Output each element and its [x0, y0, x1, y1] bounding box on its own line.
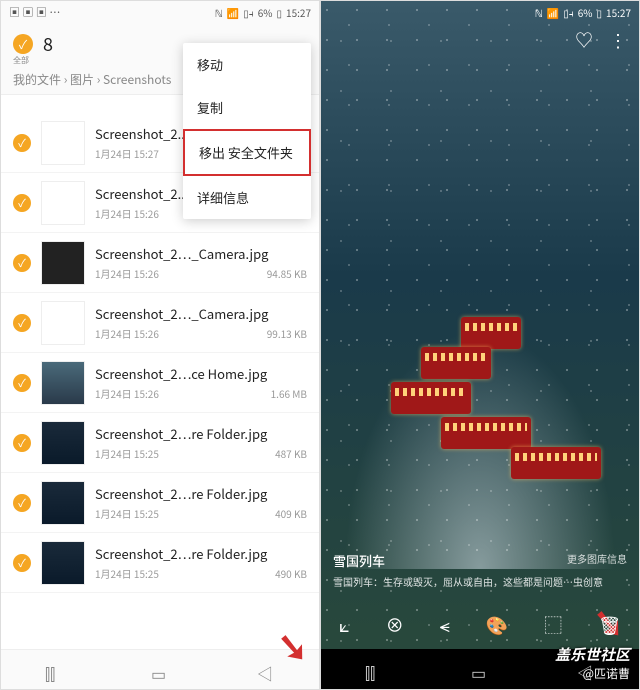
palette-icon[interactable]: 🎨 — [486, 612, 508, 638]
battery-icon: ▯ — [597, 5, 603, 20]
menu-copy[interactable]: 复制 — [183, 86, 311, 129]
set-as-icon[interactable]: ⬚ — [544, 612, 562, 638]
delete-icon[interactable]: 🗑 — [598, 612, 621, 638]
file-date: 1月24日 15:25 — [95, 446, 159, 461]
recents-button[interactable]: ⫿⫿ — [365, 660, 383, 678]
recents-button[interactable]: ⫿⫿ — [45, 661, 63, 679]
nfc-icon: ℕ — [215, 5, 223, 20]
item-checkbox[interactable] — [13, 374, 31, 392]
list-item[interactable]: Screenshot_2…re Folder.jpg 1月24日 15:25 487… — [1, 413, 319, 473]
file-name: Screenshot_2…ce Home.jpg — [95, 364, 307, 383]
thumbnail — [41, 241, 85, 285]
thumbnail — [41, 121, 85, 165]
wifi-icon: 📶 — [227, 5, 239, 20]
watermark-author: @匹诺曹 — [555, 665, 630, 682]
caption-subtitle: 雪国列车：生存或毁灭，屈从或自由，这些都是问题…虫创意 — [333, 574, 627, 589]
list-item[interactable]: Screenshot_2…_Camera.jpg 1月24日 15:26 99.13… — [1, 293, 319, 353]
clock: 15:27 — [606, 5, 631, 20]
item-checkbox[interactable] — [13, 134, 31, 152]
battery-text: 6% — [578, 5, 593, 20]
status-bar: ▣ ▣ ▣ … ℕ 📶 ▯⫞ 6% ▯ 15:27 — [1, 1, 319, 23]
list-item[interactable]: Screenshot_2…_Camera.jpg 1月24日 15:26 94.85… — [1, 233, 319, 293]
thumbnail — [41, 481, 85, 525]
file-size: 487 KB — [275, 446, 307, 461]
thumbnail — [41, 361, 85, 405]
file-name: Screenshot_2…re Folder.jpg — [95, 484, 307, 503]
file-size: 409 KB — [275, 506, 307, 521]
menu-details[interactable]: 详细信息 — [183, 176, 311, 219]
list-item[interactable]: Screenshot_2…re Folder.jpg 1月24日 15:25 490… — [1, 533, 319, 593]
home-button[interactable]: ▭ — [471, 660, 489, 678]
file-size: 99.13 KB — [267, 326, 307, 341]
thumbnail — [41, 181, 85, 225]
list-item[interactable]: Screenshot_2…ce Home.jpg 1月24日 15:26 1.66 … — [1, 353, 319, 413]
list-item[interactable]: Screenshot_2…re Folder.jpg 1月24日 15:25 409… — [1, 473, 319, 533]
favorite-icon[interactable]: ♡ — [575, 27, 593, 53]
notif-icons: ▣ ▣ ▣ … — [9, 4, 60, 20]
wifi-icon: 📶 — [547, 5, 559, 20]
file-date: 1月24日 15:26 — [95, 266, 159, 281]
train-illustration — [341, 309, 619, 489]
selected-count: 8 — [43, 31, 53, 57]
item-checkbox[interactable] — [13, 494, 31, 512]
share-icon[interactable]: ⪪ — [440, 612, 450, 638]
select-all-label: 全部 — [13, 55, 29, 66]
thumbnail — [41, 421, 85, 465]
file-size: 490 KB — [275, 566, 307, 581]
image-caption: 更多图库信息 雪国列车 雪国列车：生存或毁灭，屈从或自由，这些都是问题…虫创意 — [333, 551, 627, 589]
watermark: 盖乐世社区 @匹诺曹 — [555, 644, 630, 682]
file-name: Screenshot_2…re Folder.jpg — [95, 424, 307, 443]
status-bar: ℕ 📶 ▯⫞ 6% ▯ 15:27 — [321, 1, 639, 23]
file-date: 1月24日 15:26 — [95, 386, 159, 401]
file-date: 1月24日 15:26 — [95, 206, 159, 221]
crop-icon[interactable]: ⟀ — [339, 612, 350, 638]
battery-icon: ▯ — [277, 5, 283, 20]
select-all-checkbox[interactable]: ✓ — [13, 34, 33, 54]
file-size: 94.85 KB — [267, 266, 307, 281]
item-checkbox[interactable] — [13, 314, 31, 332]
file-name: Screenshot_2…re Folder.jpg — [95, 544, 307, 563]
menu-move-out-secure[interactable]: 移出 安全文件夹 — [183, 129, 311, 176]
file-date: 1月24日 15:25 — [95, 566, 159, 581]
file-name: Screenshot_2…_Camera.jpg — [95, 244, 307, 263]
clock: 15:27 — [286, 5, 311, 20]
thumbnail — [41, 541, 85, 585]
battery-text: 6% — [258, 5, 273, 20]
item-checkbox[interactable] — [13, 194, 31, 212]
home-button[interactable]: ▭ — [151, 661, 169, 679]
file-date: 1月24日 15:26 — [95, 326, 159, 341]
menu-move[interactable]: 移动 — [183, 43, 311, 86]
more-icon[interactable]: ⋮ — [609, 27, 627, 53]
file-date: 1月24日 15:25 — [95, 506, 159, 521]
item-checkbox[interactable] — [13, 254, 31, 272]
image-toolbar: ⟀ ⊗ ⪪ 🎨 ⬚ 🗑 — [321, 601, 639, 649]
item-checkbox[interactable] — [13, 554, 31, 572]
gallery-viewer-pane: ℕ 📶 ▯⫞ 6% ▯ 15:27 ♡ ⋮ 更多图库信息 雪国列车 雪国列车：生… — [320, 0, 640, 690]
signal-icon: ▯⫞ — [563, 5, 574, 20]
more-info-link[interactable]: 更多图库信息 — [567, 551, 627, 566]
effects-icon[interactable]: ⊗ — [386, 612, 404, 638]
back-button[interactable]: ◁ — [257, 661, 275, 679]
watermark-brand: 盖乐世社区 — [555, 644, 630, 665]
nfc-icon: ℕ — [535, 5, 543, 20]
signal-icon: ▯⫞ — [243, 5, 254, 20]
context-menu: 移动 复制 移出 安全文件夹 详细信息 — [183, 43, 311, 219]
android-nav-bar: ⫿⫿ ▭ ◁ — [1, 649, 319, 689]
file-date: 1月24日 15:27 — [95, 146, 159, 161]
item-checkbox[interactable] — [13, 434, 31, 452]
file-name: Screenshot_2…_Camera.jpg — [95, 304, 307, 323]
thumbnail — [41, 301, 85, 345]
file-size: 1.66 MB — [271, 386, 307, 401]
file-manager-pane: ▣ ▣ ▣ … ℕ 📶 ▯⫞ 6% ▯ 15:27 ✓ 8 全部 我的文件 › … — [0, 0, 320, 690]
